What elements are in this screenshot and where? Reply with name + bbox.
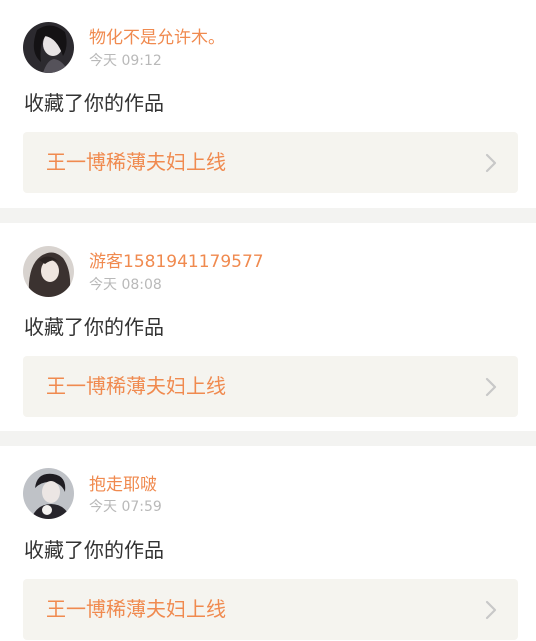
timestamp: 今天 07:59 — [89, 499, 162, 515]
timestamp: 今天 09:12 — [89, 53, 162, 69]
username-link[interactable]: 游客1581941179577 — [89, 252, 264, 272]
work-title: 王一博稀薄夫妇上线 — [46, 150, 226, 174]
action-text: 收藏了你的作品 — [24, 315, 164, 339]
work-link-card[interactable]: 王一博稀薄夫妇上线 — [23, 356, 518, 417]
avatar-image-icon — [23, 468, 74, 519]
chevron-right-icon — [485, 377, 497, 397]
work-title: 王一博稀薄夫妇上线 — [46, 374, 226, 398]
notification-feed: 物化不是允许木。 今天 09:12 收藏了你的作品 王一博稀薄夫妇上线 游客15… — [0, 0, 536, 641]
chevron-right-icon — [485, 600, 497, 620]
action-text: 收藏了你的作品 — [24, 538, 164, 562]
notification-card: 物化不是允许木。 今天 09:12 收藏了你的作品 王一博稀薄夫妇上线 — [0, 0, 536, 208]
action-text: 收藏了你的作品 — [24, 91, 164, 115]
user-avatar[interactable] — [23, 468, 74, 519]
notification-card: 游客1581941179577 今天 08:08 收藏了你的作品 王一博稀薄夫妇… — [0, 223, 536, 431]
work-link-card[interactable]: 王一博稀薄夫妇上线 — [23, 132, 518, 193]
username-link[interactable]: 抱走耶啵 — [89, 475, 157, 495]
avatar-image-icon — [23, 22, 74, 73]
user-avatar[interactable] — [23, 22, 74, 73]
user-avatar[interactable] — [23, 246, 74, 297]
chevron-right-icon — [485, 153, 497, 173]
username-link[interactable]: 物化不是允许木。 — [89, 28, 225, 48]
avatar-image-icon — [23, 246, 74, 297]
work-link-card[interactable]: 王一博稀薄夫妇上线 — [23, 579, 518, 640]
work-title: 王一博稀薄夫妇上线 — [46, 597, 226, 621]
notification-card: 抱走耶啵 今天 07:59 收藏了你的作品 王一博稀薄夫妇上线 — [0, 446, 536, 641]
timestamp: 今天 08:08 — [89, 277, 162, 293]
